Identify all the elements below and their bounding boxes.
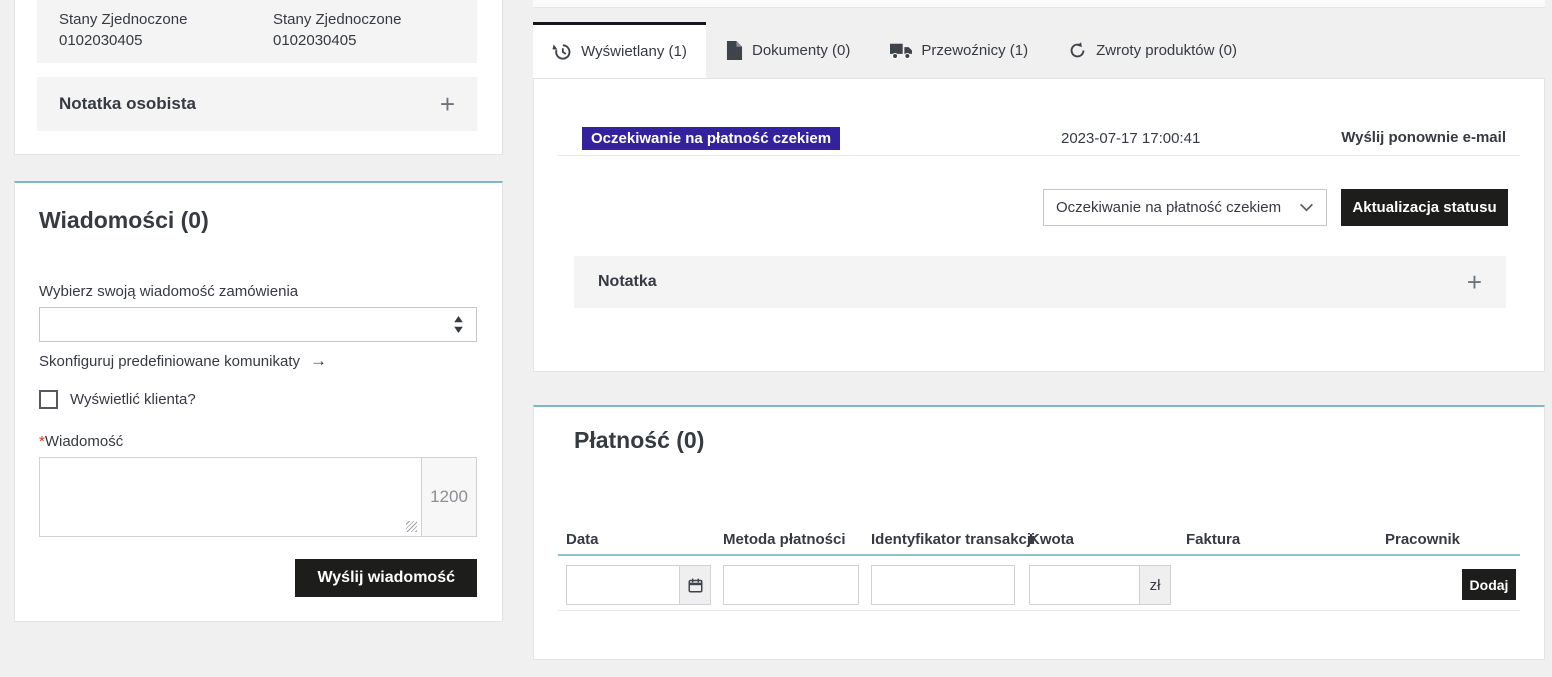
truck-icon [890,42,912,59]
personal-note-toggle[interactable]: Notatka osobista + [37,77,477,131]
payments-card: Płatność (0) Data Metoda płatności Ident… [533,405,1545,660]
message-label: *Wiadomość [39,433,123,450]
chevron-down-icon [1299,203,1314,212]
table-header-underline [558,554,1520,556]
column-header-payment-method: Metoda płatności [723,531,846,548]
tab-carriers[interactable]: Przewoźnicy (1) [870,22,1048,78]
payment-date-group [566,565,711,605]
order-status-badge: Oczekiwanie na płatność czekiem [582,127,840,150]
note-title: Notatka [598,273,657,291]
messages-title: Wiadomości (0) [39,207,209,234]
column-header-transaction-id: Identyfikator transakcji [871,531,1035,548]
plus-icon[interactable]: + [440,91,455,117]
message-label-text: Wiadomość [45,433,123,450]
payment-method-input[interactable] [723,565,859,605]
char-counter: 1200 [422,457,477,537]
tab-label: Dokumenty (0) [752,42,850,59]
arrow-right-icon: → [310,351,327,371]
tab-documents[interactable]: Dokumenty (0) [706,22,870,78]
plus-icon[interactable]: + [1467,269,1482,295]
resend-email-link[interactable]: Wyślij ponownie e-mail [1341,129,1506,146]
display-to-customer-checkbox[interactable] [39,390,58,409]
column-header-employee: Pracownik [1385,531,1460,548]
configure-messages-link[interactable]: Skonfiguruj predefiniowane komunikaty → [39,351,327,371]
message-textarea[interactable] [39,457,422,537]
calendar-icon[interactable] [679,565,711,605]
send-message-button[interactable]: Wyślij wiadomość [295,559,477,597]
tab-label: Zwroty produktów (0) [1096,42,1237,59]
order-detail-page: Stany Zjednoczone 0102030405 Stany Zjedn… [0,0,1552,677]
invoice-address: Stany Zjednoczone 0102030405 [273,0,401,63]
order-message-select-label: Wybierz swoją wiadomość zamówienia [39,283,298,300]
add-payment-row: zł Dodaj [534,565,1544,605]
status-select-value: Oczekiwanie na płatność czekiem [1056,199,1281,216]
transaction-id-input[interactable] [871,565,1015,605]
currency-suffix: zł [1139,565,1171,605]
previous-card-edge [533,0,1545,8]
column-header-invoice: Faktura [1186,531,1240,548]
update-status-button[interactable]: Aktualizacja statusu [1341,189,1508,226]
payment-amount-group: zł [1029,565,1171,605]
history-icon [552,42,572,62]
messages-card: Wiadomości (0) Wybierz swoją wiadomość z… [14,181,503,622]
payments-title: Płatność (0) [574,427,704,454]
address-phone: 0102030405 [273,30,401,51]
tab-product-returns[interactable]: Zwroty produktów (0) [1048,22,1257,78]
return-icon [1068,41,1087,60]
configure-messages-label: Skonfiguruj predefiniowane komunikaty [39,353,300,370]
address-summary-block: Stany Zjednoczone 0102030405 Stany Zjedn… [37,0,477,63]
address-country: Stany Zjednoczone [59,9,273,30]
column-header-date: Data [566,531,599,548]
payment-row-divider [558,610,1520,611]
display-to-customer-row: Wyświetlić klienta? [39,390,196,409]
address-phone: 0102030405 [59,30,273,51]
tab-label: Wyświetlany (1) [581,43,687,60]
note-toggle[interactable]: Notatka + [574,256,1506,308]
tab-label: Przewoźnicy (1) [921,42,1028,59]
status-row-divider [558,155,1520,156]
tab-status-history[interactable]: Wyświetlany (1) [533,22,706,78]
order-tabs: Wyświetlany (1) Dokumenty (0) Przewoźnic… [533,22,1257,78]
shipping-address: Stany Zjednoczone 0102030405 [37,0,273,63]
addresses-card: Stany Zjednoczone 0102030405 Stany Zjedn… [14,0,503,155]
status-history-panel: Oczekiwanie na płatność czekiem 2023-07-… [533,78,1545,372]
payment-date-input[interactable] [566,565,679,605]
message-input-group: 1200 [39,457,477,537]
document-icon [726,41,743,60]
status-select[interactable]: Oczekiwanie na płatność czekiem [1043,189,1327,226]
amount-input[interactable] [1029,565,1139,605]
display-to-customer-label: Wyświetlić klienta? [70,391,196,408]
add-payment-button[interactable]: Dodaj [1462,569,1516,600]
column-header-amount: Kwota [1029,531,1074,548]
order-message-select[interactable] [39,307,477,342]
status-timestamp: 2023-07-17 17:00:41 [1061,130,1200,147]
updown-icon [453,316,464,333]
personal-note-title: Notatka osobista [59,94,196,114]
address-country: Stany Zjednoczone [273,9,401,30]
